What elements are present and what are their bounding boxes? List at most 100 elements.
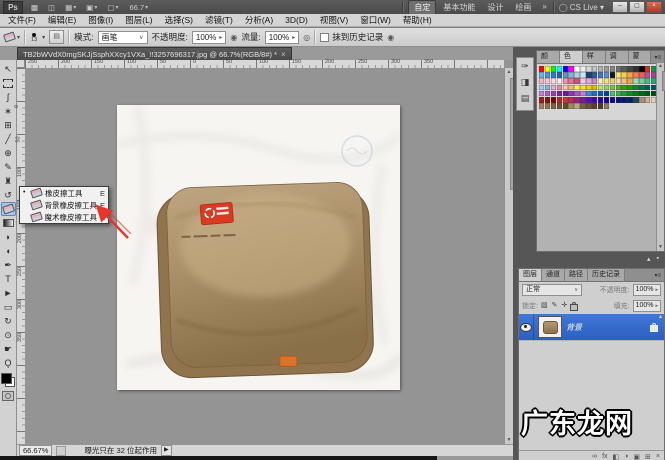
color-swatch[interactable] xyxy=(539,72,544,78)
color-swatch[interactable] xyxy=(568,66,573,72)
minimize-button[interactable]: ─ xyxy=(612,1,628,13)
color-swatch[interactable] xyxy=(598,103,603,109)
color-swatch[interactable] xyxy=(545,91,550,97)
color-swatch[interactable] xyxy=(627,66,632,72)
color-swatch[interactable] xyxy=(621,91,626,97)
color-swatch[interactable] xyxy=(568,85,573,91)
color-swatch[interactable] xyxy=(598,97,603,103)
rectangular-marquee-tool[interactable] xyxy=(1,76,16,90)
color-swatch[interactable] xyxy=(539,97,544,103)
document-tab[interactable]: TB2bWVdX0mgSKJjSsphXXcy1VXa_!!3257696317… xyxy=(17,47,292,61)
color-swatch[interactable] xyxy=(563,103,568,109)
color-swatch[interactable] xyxy=(627,91,632,97)
color-swatch[interactable] xyxy=(574,66,579,72)
color-swatch[interactable] xyxy=(610,85,615,91)
color-swatch[interactable] xyxy=(616,85,621,91)
arrange-documents-icon[interactable]: ▣▾ xyxy=(83,2,100,13)
color-swatch[interactable] xyxy=(568,72,573,78)
color-swatch[interactable] xyxy=(551,72,556,78)
status-zoom-input[interactable]: 66.67% xyxy=(19,445,52,456)
color-swatch[interactable] xyxy=(621,78,626,84)
eraser-tool[interactable] xyxy=(1,202,16,216)
toggle-brush-panel-button[interactable]: ▤ xyxy=(49,30,64,44)
color-swatch[interactable] xyxy=(580,103,585,109)
lock-all-icon[interactable] xyxy=(570,304,578,311)
3d-rotate-tool[interactable]: ↻ xyxy=(1,314,16,328)
color-swatch[interactable] xyxy=(574,103,579,109)
color-swatch[interactable] xyxy=(633,66,638,72)
color-swatch[interactable] xyxy=(604,66,609,72)
cs-live-button[interactable]: ◯ CS Live ▾ xyxy=(559,3,604,12)
color-swatch[interactable] xyxy=(557,78,562,84)
tab-色板[interactable]: 色板 xyxy=(560,51,583,63)
color-swatch[interactable] xyxy=(633,72,638,78)
color-swatch[interactable] xyxy=(586,72,591,78)
color-swatch[interactable] xyxy=(563,66,568,72)
pressure-size-icon[interactable]: ◉ xyxy=(387,33,394,42)
color-swatch[interactable] xyxy=(586,85,591,91)
blend-mode-select[interactable]: 正常 ∨ xyxy=(522,284,582,296)
color-swatch[interactable] xyxy=(610,78,615,84)
tab-样式[interactable]: 样式 xyxy=(583,51,606,63)
color-swatch[interactable] xyxy=(539,91,544,97)
brush-preset-picker[interactable]: 13 xyxy=(30,32,38,42)
visibility-toggle[interactable] xyxy=(519,314,534,340)
color-swatch[interactable] xyxy=(568,97,573,103)
color-swatch[interactable] xyxy=(592,91,597,97)
layer-thumbnail[interactable] xyxy=(538,316,562,338)
color-swatch[interactable] xyxy=(551,78,556,84)
hand-tool[interactable]: ☛ xyxy=(1,342,16,356)
color-swatch[interactable] xyxy=(616,78,621,84)
flow-input[interactable]: 100% ▸ xyxy=(265,31,299,44)
gradient-tool[interactable] xyxy=(1,216,16,230)
scroll-down-icon[interactable]: ▼ xyxy=(505,436,513,444)
eyedropper-tool[interactable]: ╱ xyxy=(1,132,16,146)
color-swatch[interactable] xyxy=(580,66,585,72)
tab-历史记录[interactable]: 历史记录 xyxy=(588,269,625,281)
quick-mask-button[interactable] xyxy=(2,391,14,401)
color-swatch[interactable] xyxy=(557,85,562,91)
new-layer-icon[interactable]: ⊞ xyxy=(645,453,651,460)
menu-item-1[interactable]: 文件(F) xyxy=(2,14,42,26)
pressure-opacity-icon[interactable]: ◉ xyxy=(230,33,237,42)
color-swatch[interactable] xyxy=(580,72,585,78)
history-brush-tool[interactable]: ↺ xyxy=(1,188,16,202)
color-swatch[interactable] xyxy=(545,97,550,103)
color-swatch[interactable] xyxy=(598,78,603,84)
color-swatch[interactable] xyxy=(598,66,603,72)
shape-tool[interactable]: ▭ xyxy=(1,300,16,314)
color-swatch[interactable] xyxy=(645,97,650,103)
color-swatch[interactable] xyxy=(568,103,573,109)
layer-mask-icon[interactable]: ◧ xyxy=(613,453,620,460)
color-swatch[interactable] xyxy=(604,97,609,103)
delete-layer-icon[interactable]: × xyxy=(656,453,660,460)
color-swatch[interactable] xyxy=(633,91,638,97)
layer-group-icon[interactable]: ▣ xyxy=(633,453,640,460)
layer-style-icon[interactable]: fx xyxy=(602,453,607,460)
color-swatch[interactable] xyxy=(545,85,550,91)
color-swatch[interactable] xyxy=(645,91,650,97)
color-swatch[interactable] xyxy=(592,66,597,72)
color-swatch[interactable] xyxy=(551,91,556,97)
color-swatch[interactable] xyxy=(580,91,585,97)
tab-颜色[interactable]: 颜色 xyxy=(537,51,560,63)
color-swatch[interactable] xyxy=(568,91,573,97)
color-swatch[interactable] xyxy=(545,72,550,78)
swatches-scrollbar[interactable]: ▲ ▼ xyxy=(656,63,664,251)
color-swatch[interactable] xyxy=(639,78,644,84)
color-swatch[interactable] xyxy=(604,103,609,109)
color-swatch[interactable] xyxy=(545,103,550,109)
tab-图层[interactable]: 图层 xyxy=(519,269,542,281)
blur-tool[interactable]: ◗ xyxy=(1,230,16,244)
workspace-overflow-icon[interactable]: » xyxy=(540,2,548,12)
color-swatch[interactable] xyxy=(580,85,585,91)
color-swatch[interactable] xyxy=(633,97,638,103)
close-button[interactable]: × xyxy=(646,1,662,13)
workspace-button[interactable]: 设计 xyxy=(482,1,508,14)
color-swatch[interactable] xyxy=(621,66,626,72)
color-swatch[interactable] xyxy=(563,85,568,91)
color-swatch[interactable] xyxy=(574,97,579,103)
color-swatch[interactable] xyxy=(621,85,626,91)
color-swatch[interactable] xyxy=(598,85,603,91)
color-swatch[interactable] xyxy=(557,72,562,78)
